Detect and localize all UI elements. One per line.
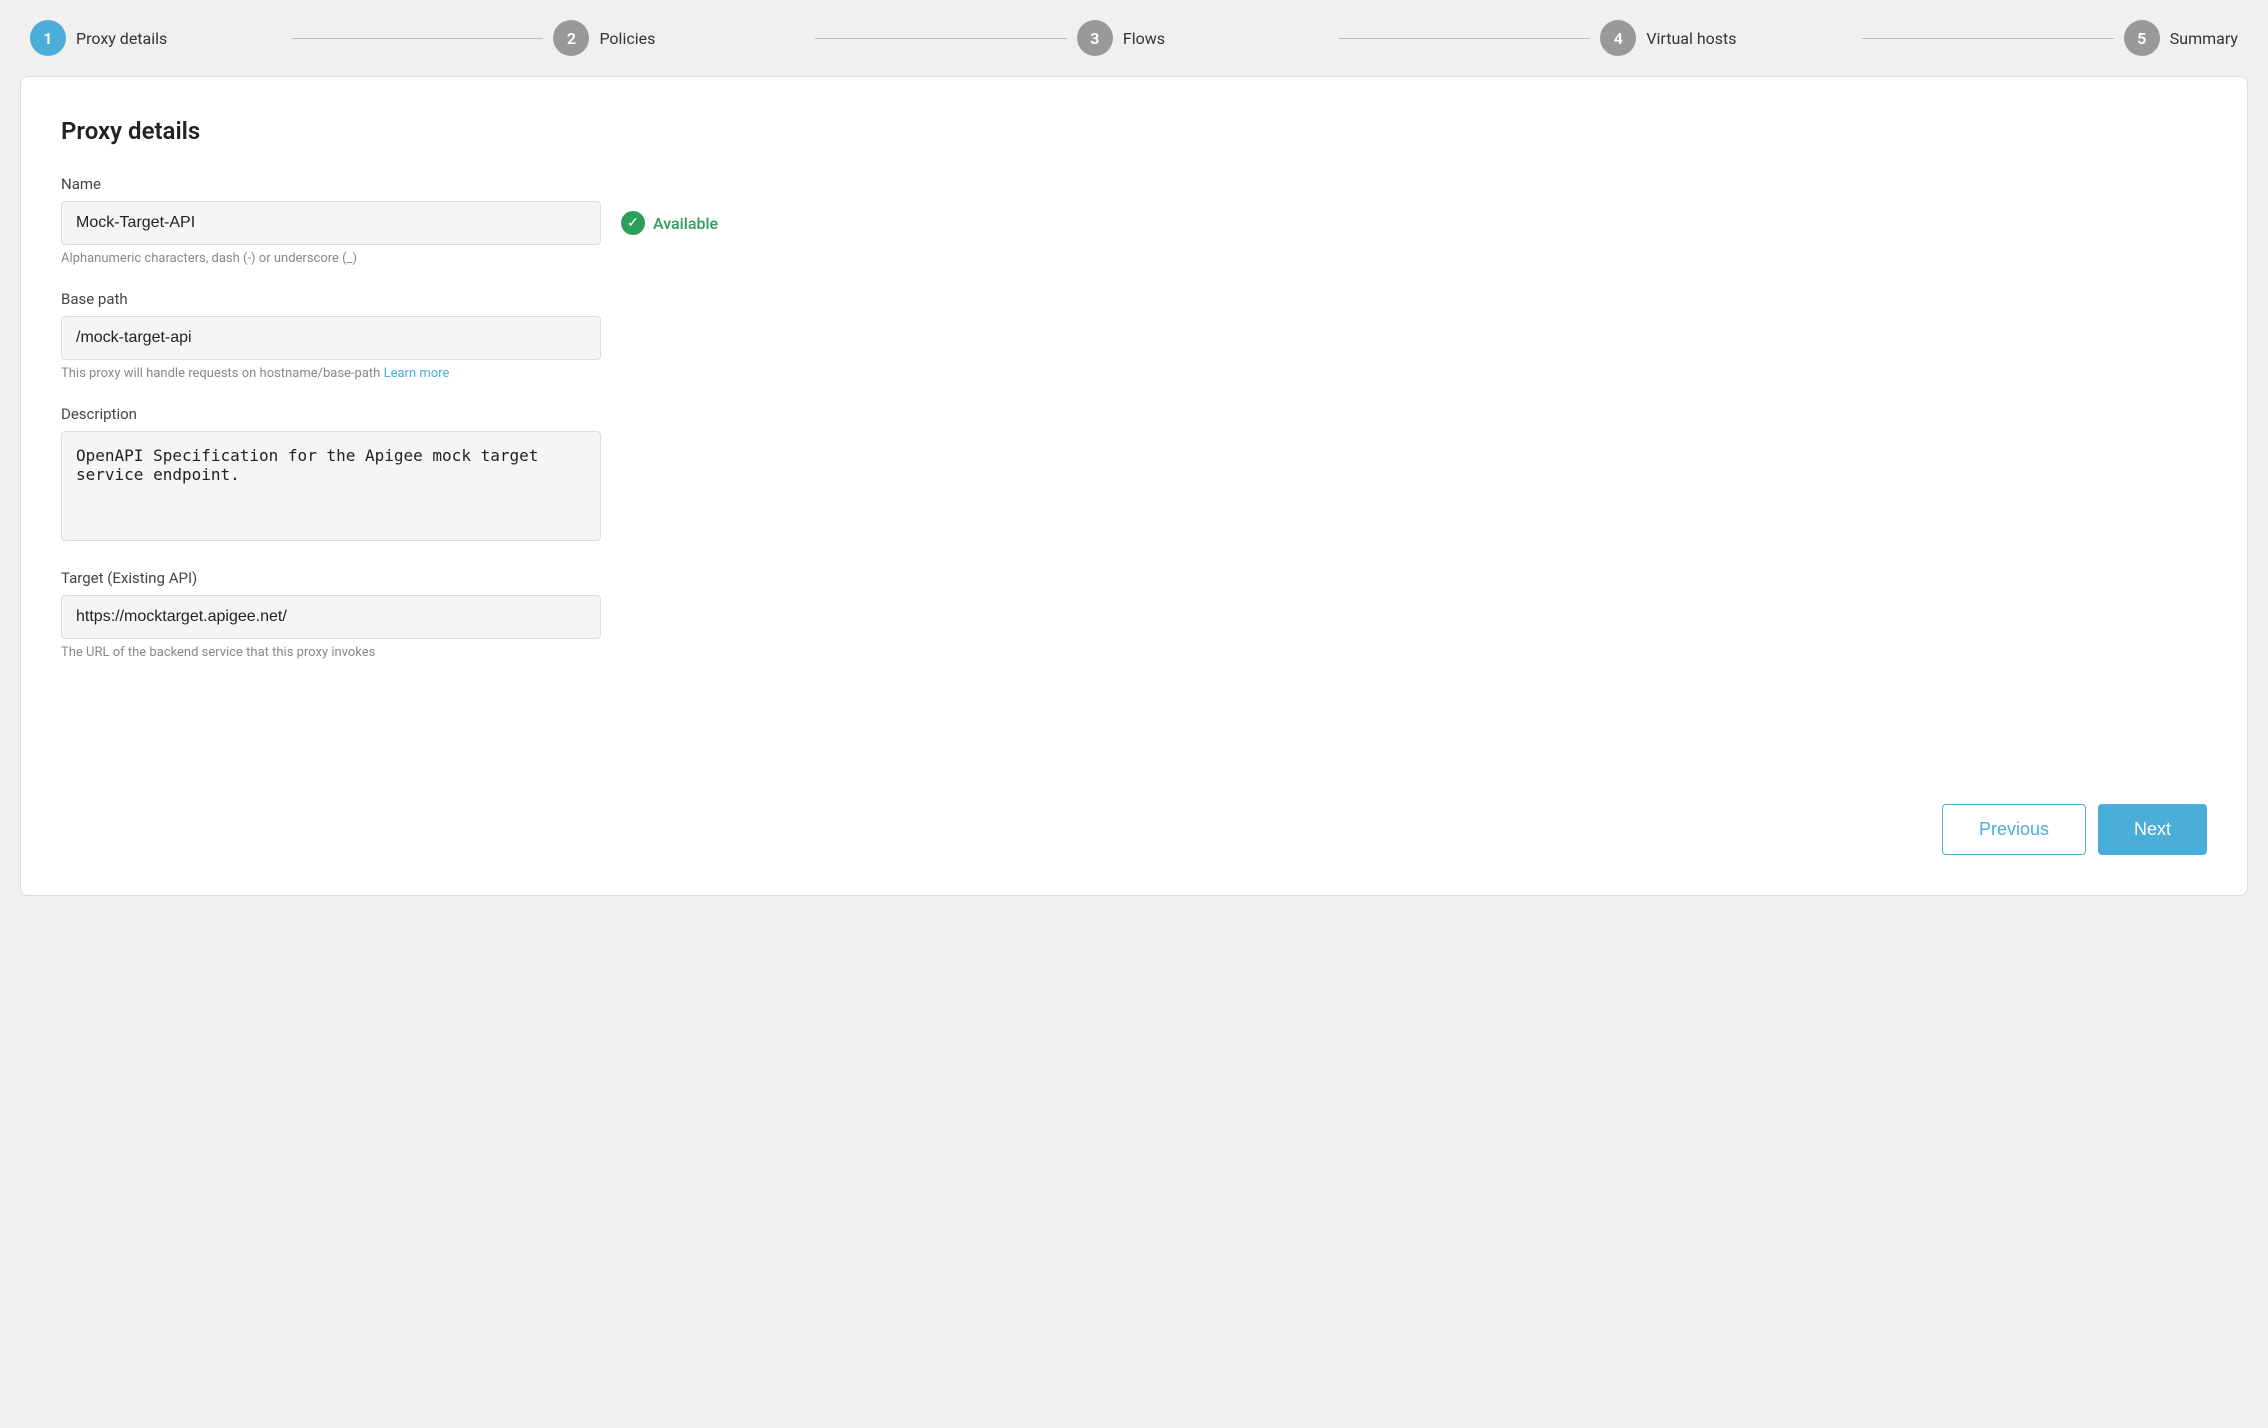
target-hint: The URL of the backend service that this… xyxy=(61,645,2207,660)
base-path-field-group: Base path This proxy will handle request… xyxy=(61,290,2207,381)
name-field-group: Name ✓ Available Alphanumeric characters… xyxy=(61,175,2207,266)
step-line-4-5 xyxy=(1862,38,2114,39)
step-line-2-3 xyxy=(815,38,1067,39)
base-path-label: Base path xyxy=(61,290,2207,308)
name-input[interactable] xyxy=(61,201,601,245)
step-5-circle: 5 xyxy=(2124,20,2160,56)
learn-more-link[interactable]: Learn more xyxy=(384,366,450,381)
step-1-circle: 1 xyxy=(30,20,66,56)
step-2[interactable]: 2 Policies xyxy=(553,20,805,56)
description-textarea[interactable] xyxy=(61,431,601,541)
base-path-hint: This proxy will handle requests on hostn… xyxy=(61,366,2207,381)
step-1[interactable]: 1 Proxy details xyxy=(30,20,282,56)
step-1-label: Proxy details xyxy=(76,29,167,48)
step-3-label: Flows xyxy=(1123,29,1165,48)
step-5-label: Summary xyxy=(2170,29,2238,48)
button-row: Previous Next xyxy=(1942,804,2207,855)
available-badge: ✓ Available xyxy=(621,211,718,235)
step-4[interactable]: 4 Virtual hosts xyxy=(1600,20,1852,56)
target-label: Target (Existing API) xyxy=(61,569,2207,587)
step-4-circle: 4 xyxy=(1600,20,1636,56)
next-button[interactable]: Next xyxy=(2098,804,2207,855)
previous-button[interactable]: Previous xyxy=(1942,804,2086,855)
available-text: Available xyxy=(653,214,718,233)
step-5[interactable]: 5 Summary xyxy=(2124,20,2238,56)
step-4-label: Virtual hosts xyxy=(1646,29,1736,48)
target-input[interactable] xyxy=(61,595,601,639)
step-2-circle: 2 xyxy=(553,20,589,56)
step-3-circle: 3 xyxy=(1077,20,1113,56)
target-field-group: Target (Existing API) The URL of the bac… xyxy=(61,569,2207,660)
step-line-3-4 xyxy=(1339,38,1591,39)
base-path-hint-text: This proxy will handle requests on hostn… xyxy=(61,366,380,381)
step-line-1-2 xyxy=(292,38,544,39)
base-path-input[interactable] xyxy=(61,316,601,360)
name-hint: Alphanumeric characters, dash (-) or und… xyxy=(61,251,2207,266)
step-3[interactable]: 3 Flows xyxy=(1077,20,1329,56)
description-label: Description xyxy=(61,405,2207,423)
name-label: Name xyxy=(61,175,2207,193)
page-title: Proxy details xyxy=(61,117,2207,145)
available-icon: ✓ xyxy=(621,211,645,235)
step-2-label: Policies xyxy=(599,29,655,48)
main-card: Proxy details Name ✓ Available Alphanume… xyxy=(20,76,2248,896)
stepper: 1 Proxy details 2 Policies 3 Flows 4 Vir… xyxy=(20,20,2248,56)
name-row: ✓ Available xyxy=(61,201,2207,245)
description-field-group: Description xyxy=(61,405,2207,545)
